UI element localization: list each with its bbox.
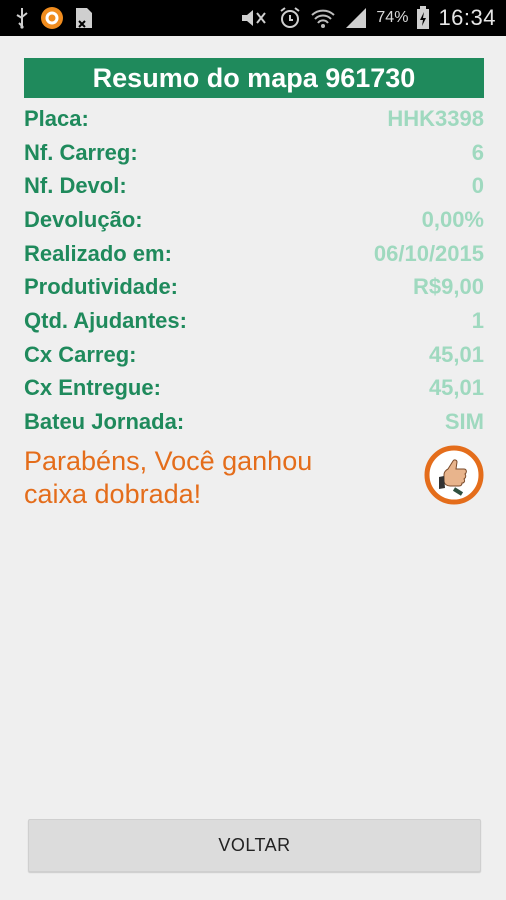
row-value: 1 (471, 307, 484, 333)
row-label: Produtividade: (24, 274, 179, 300)
congrats-line-2: caixa dobrada! (24, 478, 202, 509)
row-value: SIM (444, 409, 484, 435)
summary-row-produtividade: Produtividade: R$9,00 (24, 270, 484, 304)
status-bar: 74% 16:34 (0, 0, 506, 36)
wifi-icon (310, 7, 336, 29)
status-bar-right: 74% 16:34 (240, 5, 496, 31)
summary-row-devolucao: Devolução: 0,00% (24, 203, 484, 237)
congrats-message: Parabéns, Você ganhou caixa dobrada! (24, 445, 484, 515)
signal-icon (344, 7, 368, 29)
usb-icon (14, 7, 30, 29)
row-label: Bateu Jornada: (24, 409, 185, 435)
row-value: HHK3398 (387, 105, 484, 131)
row-value: R$9,00 (413, 274, 484, 300)
congrats-text: Parabéns, Você ganhou caixa dobrada! (24, 445, 384, 511)
row-value: 0 (471, 173, 484, 199)
thumbs-up-icon (424, 445, 484, 505)
row-label: Placa: (24, 105, 89, 131)
summary-row-nf-devol: Nf. Devol: 0 (24, 169, 484, 203)
alarm-icon (278, 6, 302, 30)
congrats-line-1: Parabéns, Você ganhou (24, 445, 313, 476)
row-label: Nf. Devol: (24, 173, 127, 199)
row-label: Realizado em: (24, 240, 172, 266)
document-icon (74, 7, 94, 29)
app-notification-icon (40, 6, 64, 30)
summary-row-cx-entregue: Cx Entregue: 45,01 (24, 372, 484, 406)
summary-row-nf-carreg: Nf. Carreg: 6 (24, 136, 484, 170)
row-label: Cx Entregue: (24, 375, 161, 401)
row-value: 45,01 (428, 341, 484, 367)
page-title: Resumo do mapa 961730 (24, 58, 484, 98)
back-button[interactable]: VOLTAR (28, 819, 481, 872)
row-label: Devolução: (24, 206, 143, 232)
row-value: 0,00% (421, 206, 484, 232)
row-value: 06/10/2015 (373, 240, 484, 266)
row-value: 45,01 (428, 375, 484, 401)
status-bar-left (14, 6, 94, 30)
summary-row-bateu-jornada: Bateu Jornada: SIM (24, 405, 484, 439)
summary-row-qtd-ajudantes: Qtd. Ajudantes: 1 (24, 304, 484, 338)
row-value: 6 (471, 139, 484, 165)
summary-row-realizado-em: Realizado em: 06/10/2015 (24, 237, 484, 271)
row-label: Cx Carreg: (24, 341, 137, 367)
summary-row-cx-carreg: Cx Carreg: 45,01 (24, 338, 484, 372)
summary-rows: Placa: HHK3398 Nf. Carreg: 6 Nf. Devol: … (24, 102, 484, 439)
summary-row-placa: Placa: HHK3398 (24, 102, 484, 136)
row-label: Qtd. Ajudantes: (24, 307, 187, 333)
clock: 16:34 (438, 5, 496, 30)
map-summary: Resumo do mapa 961730 Placa: HHK3398 Nf.… (24, 58, 484, 515)
battery-charging-icon (416, 6, 430, 30)
mute-icon (240, 7, 270, 29)
row-label: Nf. Carreg: (24, 139, 138, 165)
battery-percent: 74% (376, 9, 409, 26)
